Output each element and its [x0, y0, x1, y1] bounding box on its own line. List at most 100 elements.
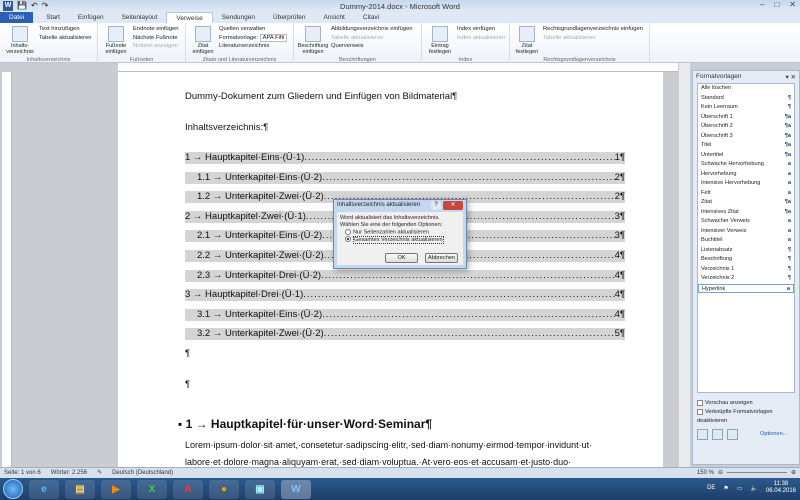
style-item[interactable]: Überschrift 3 ¶a [698, 132, 794, 142]
style-inspector-icon[interactable] [712, 429, 723, 440]
word-count[interactable]: Wörter: 2.256 [51, 468, 87, 478]
tab-verweise[interactable]: Verweise [166, 12, 213, 23]
insert-authorities-button[interactable]: Rechtsgrundlagenverzeichnis einfügen [543, 25, 643, 34]
show-notes-button[interactable]: Notizen anzeigen [133, 42, 178, 51]
minimize-button[interactable]: – [760, 0, 764, 9]
tab-einfuegen[interactable]: Einfügen [69, 12, 113, 23]
cross-reference-button[interactable]: Querverweis [331, 42, 413, 51]
horizontal-ruler[interactable] [118, 63, 678, 72]
ok-button[interactable]: OK [385, 253, 418, 263]
proofing-icon[interactable]: ✎ [97, 468, 102, 478]
acrobat-icon[interactable]: A [173, 479, 203, 499]
flag-icon[interactable]: ⚑ [723, 485, 728, 492]
redo-icon[interactable]: ↷ [42, 1, 49, 11]
manage-styles-icon[interactable] [727, 429, 738, 440]
update-table-button[interactable]: Tabelle aktualisieren [39, 34, 92, 43]
help-button[interactable]: ? [431, 201, 441, 210]
preview-checkbox[interactable]: Vorschau anzeigen [697, 399, 799, 408]
undo-icon[interactable]: ↶ [31, 1, 38, 11]
update-figures-table-button[interactable]: Tabelle aktualisieren [331, 34, 413, 43]
insert-caption-button[interactable]: Beschriftung einfügen [297, 25, 329, 55]
style-item[interactable]: Intensiver Verweis a [698, 227, 794, 237]
network-icon[interactable]: ▭ [737, 485, 743, 492]
update-index-button[interactable]: Index aktualisieren [457, 34, 505, 43]
tab-sendungen[interactable]: Sendungen [213, 12, 264, 23]
style-item[interactable]: Kein Leerraum ¶ [698, 103, 794, 113]
zoom-slider[interactable] [726, 468, 787, 473]
toc-entry[interactable]: 1.1 → Unterkapitel·Eins·(Ü·2)...........… [185, 171, 625, 184]
zoom-in-button[interactable]: ⊕ [791, 468, 796, 478]
style-item[interactable]: Untertitel ¶a [698, 151, 794, 161]
toc-button[interactable]: Inhalts-verzeichnis [3, 25, 37, 55]
explorer-icon[interactable]: ▤ [65, 479, 95, 499]
manage-sources-button[interactable]: Quellen verwalten [219, 25, 287, 34]
styles-list[interactable]: Alle löschen Standard ¶ Kein Leerraum ¶ Übers… [697, 83, 795, 393]
language[interactable]: Deutsch (Deutschland) [112, 468, 173, 478]
bibliography-button[interactable]: Literaturverzeichnis [219, 42, 287, 51]
style-item[interactable]: Listenabsatz ¶ [698, 246, 794, 256]
style-item[interactable]: Überschrift 2 ¶a [698, 122, 794, 132]
firefox-icon[interactable]: ● [209, 479, 239, 499]
internet-explorer-icon[interactable]: e [29, 479, 59, 499]
vertical-ruler[interactable] [2, 72, 12, 467]
insert-index-button[interactable]: Index einfügen [457, 25, 505, 34]
insert-footnote-button[interactable]: Fußnote einfügen [101, 25, 131, 55]
dialog-close-button[interactable]: ✕ [443, 201, 463, 210]
style-item[interactable]: Schwacher Verweis a [698, 217, 794, 227]
insert-citation-button[interactable]: Zitat einfügen [189, 25, 217, 55]
clock[interactable]: 11:38 06.04.2016 [766, 481, 796, 495]
volume-icon[interactable]: 🔈 [750, 485, 757, 492]
add-text-button[interactable]: Text hinzufügen [39, 25, 92, 34]
linked-styles-checkbox[interactable]: Verknüpfte Formatvorlagen deaktivieren [697, 408, 799, 426]
style-select[interactable]: APA Fifti [259, 33, 288, 42]
page-count[interactable]: Seite: 1 von 6 [4, 468, 41, 478]
zoom-level[interactable]: 150 % [697, 468, 714, 478]
toc-entry[interactable]: 2.3 → Unterkapitel·Drei·(Ü·2)...........… [185, 269, 625, 282]
option-entire-table[interactable]: Gesamtes Verzeichnis aktualisieren [345, 235, 460, 244]
vertical-scrollbar[interactable] [678, 63, 690, 467]
start-button[interactable] [3, 479, 23, 499]
style-item[interactable]: Verzeichnis 1 ¶ [698, 265, 794, 275]
style-item[interactable]: Beschriftung ¶ [698, 255, 794, 265]
options-link[interactable]: Optionen... [760, 430, 787, 439]
tab-ansicht[interactable]: Ansicht [315, 12, 354, 23]
style-item[interactable]: Fett a [698, 189, 794, 199]
style-item[interactable]: Hyperlink a [698, 283, 794, 293]
pane-close-button[interactable]: ▾ ✕ [785, 73, 796, 81]
tab-datei[interactable]: Datei [0, 12, 34, 23]
tab-ueberpruefen[interactable]: Überprüfen [264, 12, 315, 23]
close-button[interactable]: ✕ [789, 0, 796, 9]
tab-seitenlayout[interactable]: Seitenlayout [113, 12, 167, 23]
media-player-icon[interactable]: ▶ [101, 479, 131, 499]
toc-entry[interactable]: 1 → Hauptkapitel·Eins·(Ü·1).............… [185, 152, 625, 164]
tab-citavi[interactable]: Citavi [354, 12, 388, 23]
style-item[interactable]: Standard ¶ [698, 94, 794, 104]
insert-endnote-button[interactable]: Endnote einfügen [133, 25, 178, 34]
style-item[interactable]: Hervorhebung a [698, 170, 794, 180]
toc-entry[interactable]: 3 → Hauptkapitel·Drei·(Ü·1).............… [185, 289, 625, 302]
app-icon[interactable]: ▣ [245, 479, 275, 499]
mark-citation-button[interactable]: Zitat festlegen [513, 25, 541, 55]
zoom-out-button[interactable]: ⊖ [718, 468, 723, 478]
save-icon[interactable]: 💾 [17, 1, 27, 11]
style-item[interactable]: Verzeichnis 2 ¶ [698, 274, 794, 284]
style-item[interactable]: Intensives Zitat ¶a [698, 208, 794, 218]
document-page[interactable]: Dummy-Dokument zum Gliedern und Einfügen… [118, 72, 663, 467]
excel-icon[interactable]: X [137, 479, 167, 499]
style-item[interactable]: Zitat ¶a [698, 198, 794, 208]
language-indicator[interactable]: DE [707, 485, 715, 491]
insert-table-of-figures-button[interactable]: Abbildungsverzeichnis einfügen [331, 25, 413, 34]
toc-entry[interactable]: 3.1 → Unterkapitel·Eins·(Ü·2)...........… [185, 308, 625, 321]
style-item[interactable]: Titel ¶a [698, 141, 794, 151]
style-item[interactable]: Überschrift 1 ¶a [698, 113, 794, 123]
style-item[interactable]: Alle löschen [698, 84, 794, 94]
mark-entry-button[interactable]: Eintrag festlegen [425, 25, 455, 55]
update-authorities-button[interactable]: Tabelle aktualisieren [543, 34, 643, 43]
tab-start[interactable]: Start [37, 12, 69, 23]
word-taskbar-icon[interactable]: W [281, 479, 311, 499]
style-item[interactable]: Buchtitel a [698, 236, 794, 246]
radio-entire-table[interactable] [345, 236, 351, 243]
cancel-button[interactable]: Abbrechen [425, 253, 458, 263]
radio-page-numbers[interactable] [345, 229, 351, 235]
next-footnote-button[interactable]: Nächste Fußnote [133, 34, 178, 43]
